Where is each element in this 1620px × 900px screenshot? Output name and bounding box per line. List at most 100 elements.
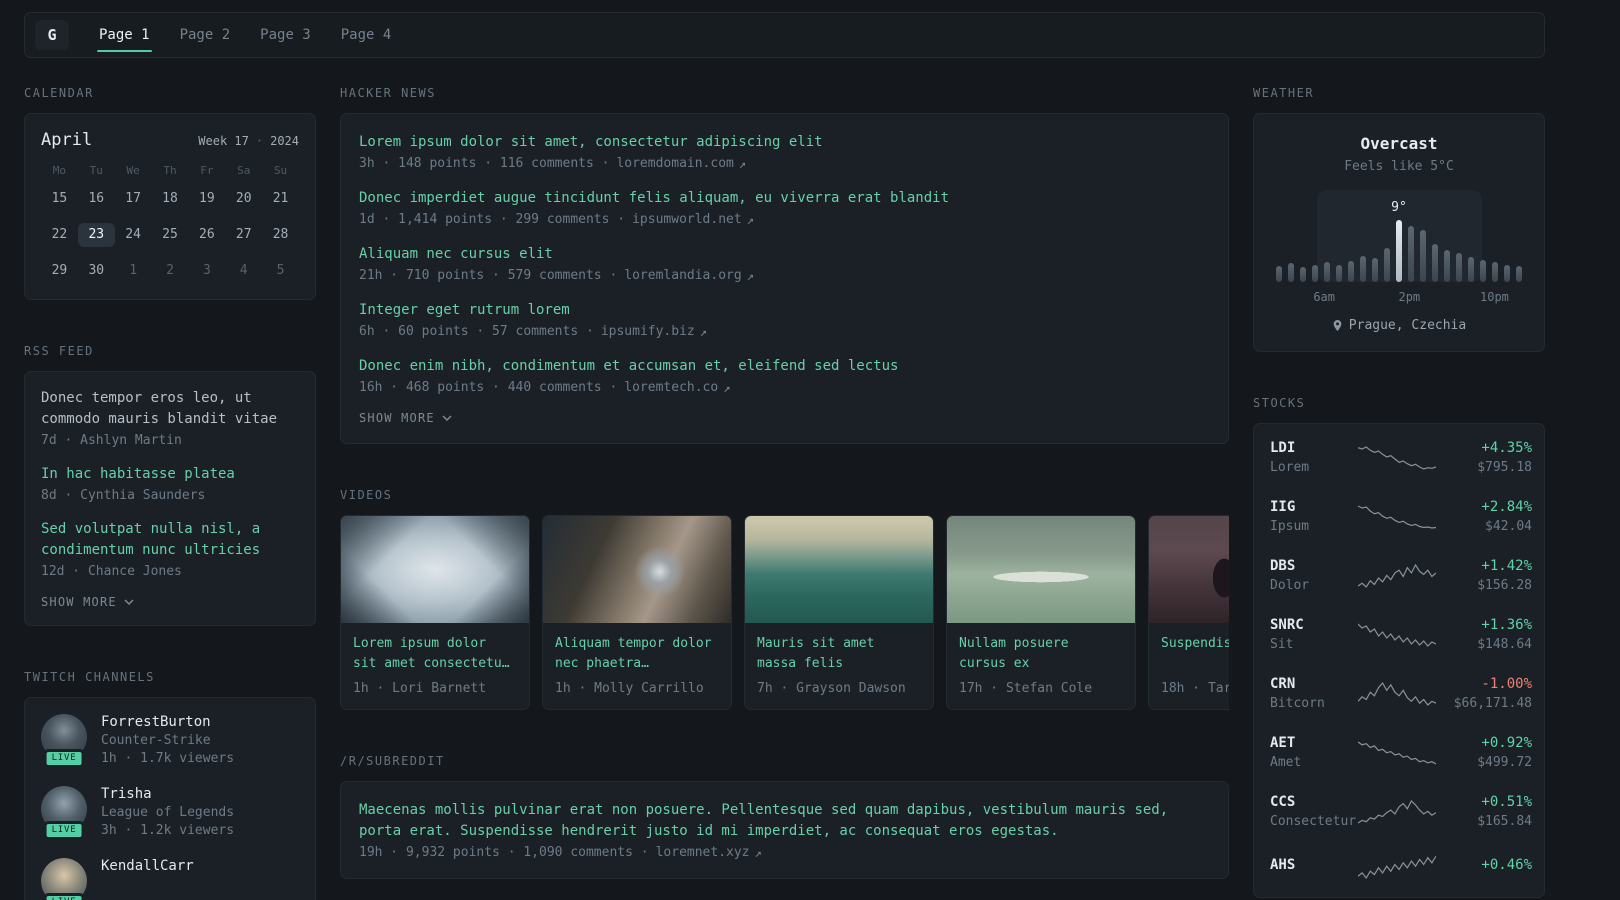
calendar-day: 3 xyxy=(202,263,211,278)
rss-section-title: RSS FEED xyxy=(24,344,94,358)
video-thumbnail xyxy=(1149,516,1229,623)
twitch-section-title: TWITCH CHANNELS xyxy=(24,670,155,684)
video-body: Nullam posuere cursus ex 17h · Stefan Co… xyxy=(947,623,1135,709)
video-thumbnail xyxy=(341,516,529,623)
day-of-week-label: Sa xyxy=(237,164,251,177)
location-pin-icon xyxy=(1333,320,1342,331)
twitch-channel-row[interactable]: LIVE Trisha League of Legends 3h · 1.2k … xyxy=(41,786,299,840)
stock-sparkline xyxy=(1358,741,1436,765)
subreddit-widget: /R/SUBREDDIT Maecenas mollis pulvinar er… xyxy=(340,754,1229,879)
chevron-down-icon xyxy=(442,415,452,421)
hackernews-show-more-button[interactable]: SHOW MORE xyxy=(359,411,452,425)
stock-id: CRN Bitcorn xyxy=(1270,676,1358,711)
hackernews-item-domain[interactable]: loremtech.co xyxy=(624,380,718,395)
stock-row[interactable]: LDI Lorem +4.35% $795.18 xyxy=(1270,440,1532,475)
hackernews-item-title[interactable]: Aliquam nec cursus elit xyxy=(359,244,1210,265)
day-of-week-label: Mo xyxy=(52,164,67,177)
video-card[interactable]: Aliquam tempor dolor nec phaetra… 1h · M… xyxy=(542,515,732,710)
rss-item-title[interactable]: In hac habitasse platea xyxy=(41,464,299,485)
calendar-day: 2 xyxy=(166,263,174,278)
stock-row[interactable]: CCS Consectetur +0.51% $165.84 xyxy=(1270,794,1532,829)
stock-id: LDI Lorem xyxy=(1270,440,1358,475)
stock-values: +0.46% xyxy=(1436,857,1532,877)
page-tab[interactable]: Page 3 xyxy=(258,13,313,57)
hackernews-item-meta: 3h · 148 points · 116 comments · loremdo… xyxy=(359,156,1210,171)
page-tab[interactable]: Page 2 xyxy=(178,13,233,57)
subreddit-item-domain[interactable]: loremnet.xyz xyxy=(656,845,750,860)
videos-row: Lorem ipsum dolor sit amet consectetu… 1… xyxy=(340,515,1229,710)
rss-item-title[interactable]: Sed volutpat nulla nisl, a condimentum n… xyxy=(41,519,299,561)
stock-change: +4.35% xyxy=(1481,440,1532,456)
weather-widget: WEATHER Overcast Feels like 5°C 9° 6am 2p… xyxy=(1253,86,1545,352)
video-meta: 1h · Molly Carrillo xyxy=(555,681,704,696)
day-of-week-label: Su xyxy=(273,164,288,177)
external-link-icon: ↗ xyxy=(738,156,747,171)
stock-name: Consectetur xyxy=(1270,814,1357,829)
rss-list: Donec tempor eros leo, ut commodo mauris… xyxy=(41,388,299,579)
twitch-channel-row[interactable]: LIVE ForrestBurton Counter-Strike 1h · 1… xyxy=(41,714,299,768)
twitch-card: LIVE ForrestBurton Counter-Strike 1h · 1… xyxy=(24,697,316,900)
hackernews-item-title[interactable]: Lorem ipsum dolor sit amet, consectetur … xyxy=(359,132,1210,153)
avatar-wrap: LIVE xyxy=(41,714,87,768)
hackernews-item-stats: 3h · 148 points · 116 comments · xyxy=(359,156,610,171)
rss-show-more-button[interactable]: SHOW MORE xyxy=(41,595,134,609)
stock-name: Bitcorn xyxy=(1270,696,1325,711)
video-title: Nullam posuere cursus ex xyxy=(959,636,1069,672)
stock-row[interactable]: IIG Ipsum +2.84% $42.04 xyxy=(1270,499,1532,534)
stock-values: -1.00% $66,171.48 xyxy=(1436,676,1532,711)
video-card[interactable]: Suspendisse diam 18h · Tara xyxy=(1148,515,1229,710)
hackernews-item-domain[interactable]: loremlandia.org xyxy=(624,268,741,283)
calendar-day: 5 xyxy=(276,263,285,278)
video-card[interactable]: Lorem ipsum dolor sit amet consectetu… 1… xyxy=(340,515,530,710)
hackernews-item-title[interactable]: Donec enim nibh, condimentum et accumsan… xyxy=(359,356,1210,377)
stock-values: +2.84% $42.04 xyxy=(1436,499,1532,534)
hackernews-item-domain[interactable]: ipsumworld.net xyxy=(632,212,742,227)
calendar-month: April xyxy=(41,130,93,150)
video-card[interactable]: Nullam posuere cursus ex 17h · Stefan Co… xyxy=(946,515,1136,710)
hackernews-item-domain[interactable]: loremdomain.com xyxy=(616,156,733,171)
day-of-week-label: We xyxy=(126,164,140,177)
video-thumbnail xyxy=(947,516,1135,623)
twitch-channel-row[interactable]: LIVE KendallCarr xyxy=(41,858,299,900)
video-body: Suspendisse diam 18h · Tara xyxy=(1149,623,1229,709)
hackernews-item-title[interactable]: Donec imperdiet augue tincidunt felis al… xyxy=(359,188,1210,209)
subreddit-item-title[interactable]: Maecenas mollis pulvinar erat non posuer… xyxy=(359,800,1210,842)
stock-price: $499.72 xyxy=(1477,755,1532,770)
subreddit-item-meta: 19h · 9,932 points · 1,090 comments · lo… xyxy=(359,845,1210,860)
rss-item-title[interactable]: Donec tempor eros leo, ut commodo mauris… xyxy=(41,388,299,430)
page-tab[interactable]: Page 1 xyxy=(97,13,152,57)
hackernews-item-meta: 6h · 60 points · 57 comments · ipsumify.… xyxy=(359,324,1210,339)
stock-id: AHS xyxy=(1270,857,1358,877)
hackernews-item-domain[interactable]: ipsumify.biz xyxy=(601,324,695,339)
live-badge: LIVE xyxy=(43,821,85,840)
video-card[interactable]: Mauris sit amet massa felis 7h · Grayson… xyxy=(744,515,934,710)
stocks-section-title: STOCKS xyxy=(1253,396,1306,410)
stock-name: Sit xyxy=(1270,637,1294,652)
stock-row[interactable]: AHS +0.46% xyxy=(1270,853,1532,881)
stock-sparkline xyxy=(1358,445,1436,470)
stock-values: +1.42% $156.28 xyxy=(1436,558,1532,593)
calendar-widget: CALENDAR April Week 17 · 2024 Mo Tu We Th Fr… xyxy=(24,86,316,300)
top-nav: G Page 1 Page 2 Page 3 Page 4 xyxy=(24,12,1545,58)
stock-row[interactable]: AET Amet +0.92% $499.72 xyxy=(1270,735,1532,770)
weather-condition: Overcast xyxy=(1360,134,1438,153)
page-tab[interactable]: Page 4 xyxy=(339,13,394,57)
twitch-channel-name: KendallCarr xyxy=(101,858,194,874)
calendar-day: 4 xyxy=(239,263,248,278)
calendar-day: 21 xyxy=(272,191,289,206)
calendar-day: 23 xyxy=(77,223,115,247)
show-more-label: SHOW MORE xyxy=(359,411,435,425)
weather-location-row: Prague, Czechia xyxy=(1270,318,1528,333)
stock-id: IIG Ipsum xyxy=(1270,499,1358,534)
hackernews-item-title[interactable]: Integer eget rutrum lorem xyxy=(359,300,1210,321)
stock-row[interactable]: CRN Bitcorn -1.00% $66,171.48 xyxy=(1270,676,1532,711)
subreddit-list: Maecenas mollis pulvinar erat non posuer… xyxy=(359,800,1210,860)
stock-row[interactable]: SNRC Sit +1.36% $148.64 xyxy=(1270,617,1532,652)
stock-name: Amet xyxy=(1270,755,1302,770)
stock-price: $165.84 xyxy=(1477,814,1532,829)
external-link-icon: ↗ xyxy=(746,212,754,227)
app-logo[interactable]: G xyxy=(35,20,69,50)
stock-row[interactable]: DBS Dolor +1.42% $156.28 xyxy=(1270,558,1532,593)
hackernews-item-stats: 1d · 1,414 points · 299 comments · xyxy=(359,212,626,227)
calendar-day: 25 xyxy=(162,227,178,242)
